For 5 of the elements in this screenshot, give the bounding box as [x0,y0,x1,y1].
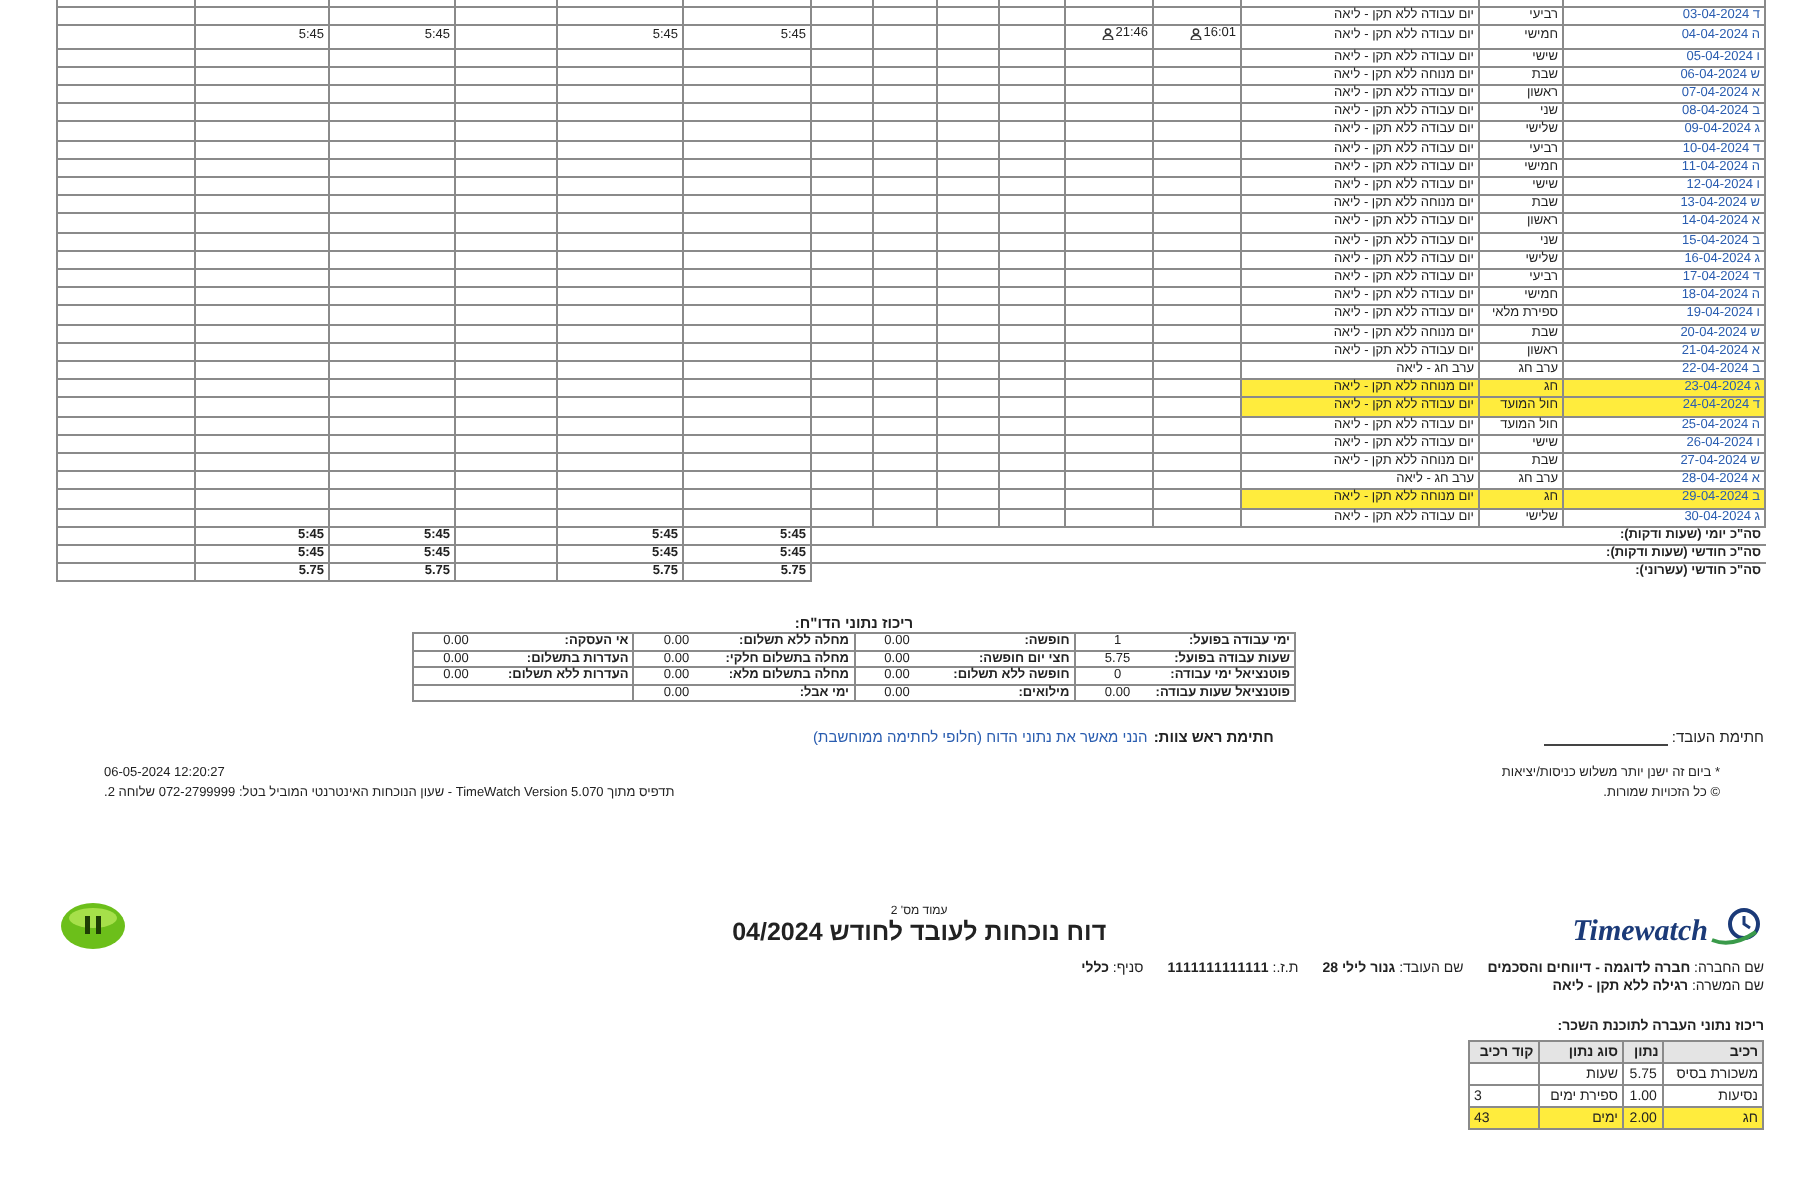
report-title: דוח נוכחות לעובד לחודש 04/2024 [732,917,1107,946]
person-icon [1101,28,1114,41]
pause-button[interactable] [60,901,126,950]
person-icon [1189,28,1202,41]
timewatch-logo: Timewatch [1572,900,1764,951]
